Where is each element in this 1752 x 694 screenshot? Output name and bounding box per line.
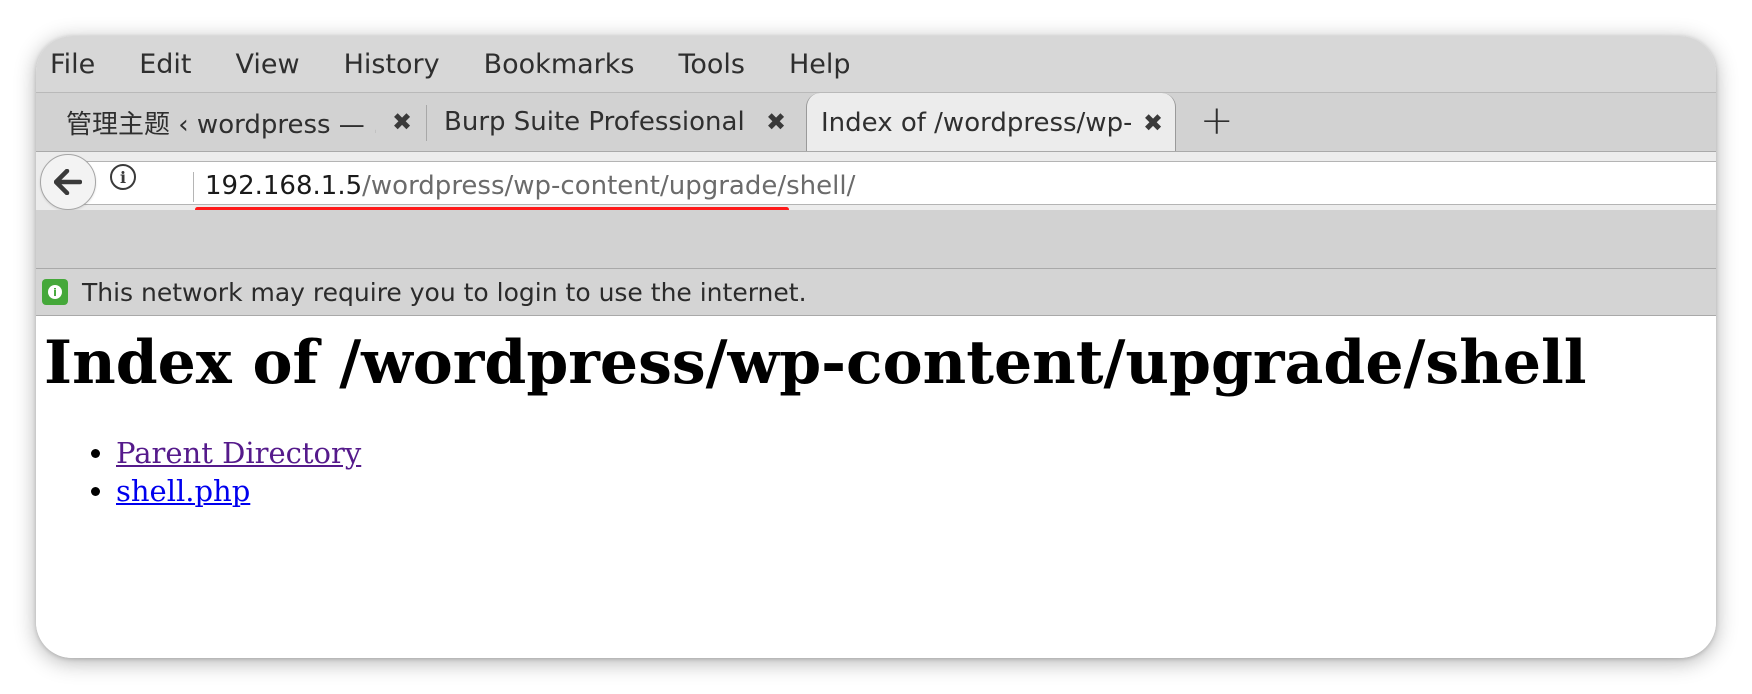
file-list: Parent Directory shell.php <box>76 434 361 510</box>
back-arrow-icon <box>54 169 82 195</box>
list-item: Parent Directory <box>116 434 361 472</box>
list-item: shell.php <box>116 472 361 510</box>
menu-view[interactable]: View <box>235 49 299 80</box>
tab-close-icon[interactable]: ✖ <box>766 108 786 136</box>
tab-label: Burp Suite Professional <box>444 107 744 137</box>
tab-close-icon[interactable]: ✖ <box>392 108 412 136</box>
notification-text: This network may require you to login to… <box>82 277 807 307</box>
bookmarks-toolbar <box>36 210 1716 269</box>
notification-info-icon: i <box>42 279 68 305</box>
network-notification-bar[interactable]: i This network may require you to login … <box>36 269 1716 316</box>
page-title: Index of /wordpress/wp-content/upgrade/s… <box>44 328 1587 398</box>
menu-bookmarks[interactable]: Bookmarks <box>484 49 635 80</box>
tab-wordpress-themes[interactable]: 管理主题 ‹ wordpress — ... ✖ <box>66 93 426 151</box>
url-bar[interactable]: 192.168.1.5/wordpress/wp-content/upgrade… <box>76 161 1716 212</box>
url-host: 192.168.1.5 <box>205 171 363 201</box>
new-tab-icon[interactable]: + <box>1200 98 1234 144</box>
menu-tools[interactable]: Tools <box>678 49 745 80</box>
back-button[interactable] <box>40 154 96 210</box>
navigation-bar: 192.168.1.5/wordpress/wp-content/upgrade… <box>36 151 1716 212</box>
menu-edit[interactable]: Edit <box>139 49 191 80</box>
url-separator <box>193 172 194 202</box>
url-path: /wordpress/wp-content/upgrade/shell/ <box>362 171 856 201</box>
tab-label: 管理主题 ‹ wordpress — ... <box>66 109 376 140</box>
browser-window: File Edit View History Bookmarks Tools H… <box>36 36 1716 658</box>
menubar: File Edit View History Bookmarks Tools H… <box>36 36 1716 92</box>
tab-close-icon[interactable]: ✖ <box>1143 109 1163 137</box>
tab-index-of-shell[interactable]: Index of /wordpress/wp-... ✖ <box>806 93 1176 153</box>
tab-burp-suite[interactable]: Burp Suite Professional ✖ <box>444 93 794 151</box>
tab-separator <box>426 105 427 141</box>
site-info-icon[interactable]: i <box>110 164 136 190</box>
parent-directory-link[interactable]: Parent Directory <box>116 436 361 470</box>
menu-help[interactable]: Help <box>789 49 851 80</box>
shell-php-link[interactable]: shell.php <box>116 474 250 508</box>
page-content: Index of /wordpress/wp-content/upgrade/s… <box>36 316 1716 658</box>
menu-file[interactable]: File <box>50 49 95 80</box>
menu-history[interactable]: History <box>344 49 440 80</box>
tab-label: Index of /wordpress/wp-... <box>821 108 1131 138</box>
url-text[interactable]: 192.168.1.5/wordpress/wp-content/upgrade… <box>205 171 855 201</box>
